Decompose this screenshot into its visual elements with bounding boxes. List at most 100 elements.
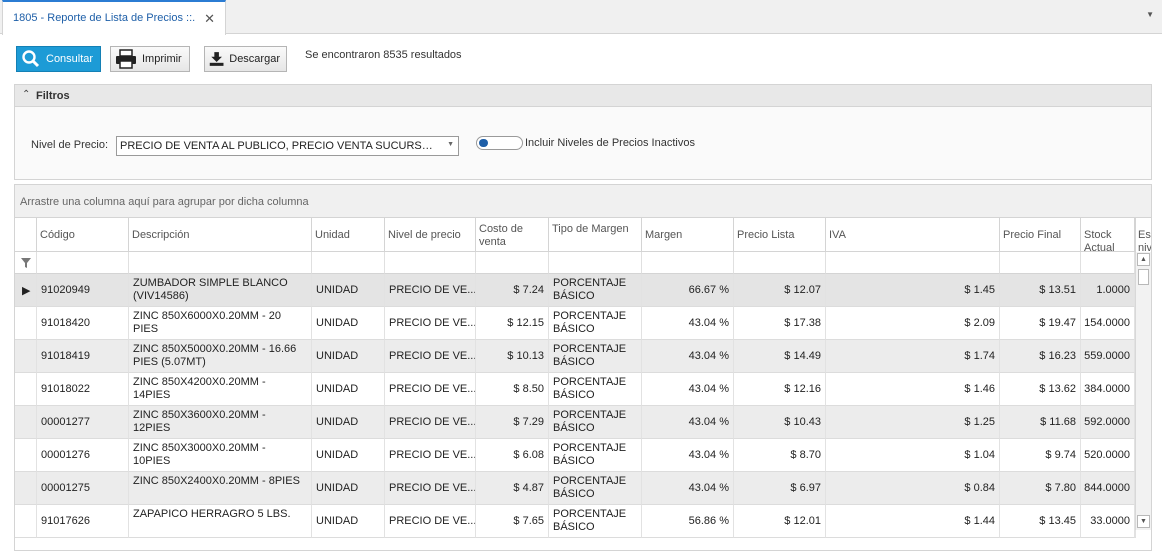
filter-cell-precio-lista[interactable]: [734, 252, 826, 274]
cell-precio-lista[interactable]: $ 17.38: [734, 307, 826, 340]
cell-unidad[interactable]: UNIDAD: [312, 406, 385, 439]
cell-precio-final[interactable]: $ 16.23: [1000, 340, 1081, 373]
cell-codigo[interactable]: 91020949: [37, 274, 129, 307]
cell-iva[interactable]: $ 1.74: [826, 340, 1000, 373]
cell-nivel-precio[interactable]: PRECIO DE VE...: [385, 274, 476, 307]
cell-iva[interactable]: $ 1.45: [826, 274, 1000, 307]
table-row[interactable]: ▶ 91020949 ZUMBADOR SIMPLE BLANCO (VIV1458…: [15, 274, 1136, 307]
cell-costo-venta[interactable]: $ 8.50: [476, 373, 549, 406]
cell-precio-final[interactable]: $ 13.62: [1000, 373, 1081, 406]
cell-precio-lista[interactable]: $ 8.70: [734, 439, 826, 472]
filter-cell-tipo-margen[interactable]: [549, 252, 642, 274]
filter-cell-unidad[interactable]: [312, 252, 385, 274]
cell-margen[interactable]: 43.04 %: [642, 340, 734, 373]
cell-precio-final[interactable]: $ 9.74: [1000, 439, 1081, 472]
cell-unidad[interactable]: UNIDAD: [312, 373, 385, 406]
cell-costo-venta[interactable]: $ 12.15: [476, 307, 549, 340]
table-row[interactable]: 00001277 ZINC 850X3600X0.20MM - 12PIES UNI…: [15, 406, 1136, 439]
table-row[interactable]: 00001276 ZINC 850X3000X0.20MM - 10PIES UNI…: [15, 439, 1136, 472]
filter-cell-precio-final[interactable]: [1000, 252, 1081, 274]
cell-nivel-precio[interactable]: PRECIO DE VE...: [385, 373, 476, 406]
cell-tipo-margen[interactable]: PORCENTAJE BÁSICO: [549, 472, 642, 505]
tab-reporte-lista-precios[interactable]: 1805 - Reporte de Lista de Precios ::. ✕: [2, 0, 226, 35]
cell-unidad[interactable]: UNIDAD: [312, 307, 385, 340]
cell-codigo[interactable]: 00001277: [37, 406, 129, 439]
cell-descripcion[interactable]: ZINC 850X2400X0.20MM - 8PIES: [129, 472, 312, 505]
cell-stock-actual[interactable]: 33.0000: [1081, 505, 1135, 538]
table-row[interactable]: 00001275 ZINC 850X2400X0.20MM - 8PIES UNID…: [15, 472, 1136, 505]
scrollbar-thumb[interactable]: [1138, 269, 1149, 285]
cell-unidad[interactable]: UNIDAD: [312, 439, 385, 472]
chevron-up-icon[interactable]: ⌃: [22, 89, 30, 100]
inactive-levels-toggle[interactable]: [476, 136, 523, 150]
cell-margen[interactable]: 43.04 %: [642, 307, 734, 340]
row-indicator[interactable]: [15, 340, 37, 373]
cell-iva[interactable]: $ 1.44: [826, 505, 1000, 538]
cell-costo-venta[interactable]: $ 10.13: [476, 340, 549, 373]
cell-stock-actual[interactable]: 559.0000: [1081, 340, 1135, 373]
cell-descripcion[interactable]: ZINC 850X5000X0.20MM - 16.66 PIES (5.07M…: [129, 340, 312, 373]
cell-costo-venta[interactable]: $ 7.24: [476, 274, 549, 307]
cell-tipo-margen[interactable]: PORCENTAJE BÁSICO: [549, 505, 642, 538]
cell-tipo-margen[interactable]: PORCENTAJE BÁSICO: [549, 340, 642, 373]
cell-codigo[interactable]: 91018419: [37, 340, 129, 373]
cell-unidad[interactable]: UNIDAD: [312, 472, 385, 505]
cell-precio-lista[interactable]: $ 14.49: [734, 340, 826, 373]
table-row[interactable]: 91017626 ZAPAPICO HERRAGRO 5 LBS. UNIDAD PR…: [15, 505, 1136, 538]
cell-codigo[interactable]: 00001275: [37, 472, 129, 505]
scroll-up-icon[interactable]: ▲: [1137, 253, 1150, 266]
cell-tipo-margen[interactable]: PORCENTAJE BÁSICO: [549, 373, 642, 406]
imprimir-button[interactable]: Imprimir: [110, 46, 190, 72]
cell-stock-actual[interactable]: 592.0000: [1081, 406, 1135, 439]
row-indicator[interactable]: [15, 505, 37, 538]
cell-unidad[interactable]: UNIDAD: [312, 505, 385, 538]
cell-nivel-precio[interactable]: PRECIO DE VE...: [385, 439, 476, 472]
cell-codigo[interactable]: 91018420: [37, 307, 129, 340]
cell-precio-lista[interactable]: $ 6.97: [734, 472, 826, 505]
cell-costo-venta[interactable]: $ 4.87: [476, 472, 549, 505]
column-header-unidad[interactable]: Unidad: [312, 218, 385, 252]
cell-margen[interactable]: 43.04 %: [642, 439, 734, 472]
cell-nivel-precio[interactable]: PRECIO DE VE...: [385, 472, 476, 505]
descargar-button[interactable]: Descargar: [204, 46, 287, 72]
filters-header[interactable]: ⌃ Filtros: [15, 85, 1151, 107]
filter-cell-codigo[interactable]: [37, 252, 129, 274]
cell-tipo-margen[interactable]: PORCENTAJE BÁSICO: [549, 274, 642, 307]
close-icon[interactable]: ✕: [204, 11, 215, 27]
cell-costo-venta[interactable]: $ 6.08: [476, 439, 549, 472]
column-header-stock-actual[interactable]: Stock Actual: [1081, 218, 1135, 254]
cell-precio-final[interactable]: $ 11.68: [1000, 406, 1081, 439]
cell-nivel-precio[interactable]: PRECIO DE VE...: [385, 340, 476, 373]
cell-descripcion[interactable]: ZINC 850X6000X0.20MM - 20 PIES: [129, 307, 312, 340]
cell-tipo-margen[interactable]: PORCENTAJE BÁSICO: [549, 439, 642, 472]
cell-precio-lista[interactable]: $ 10.43: [734, 406, 826, 439]
column-header-precio-lista[interactable]: Precio Lista: [734, 218, 826, 252]
cell-codigo[interactable]: 00001276: [37, 439, 129, 472]
cell-iva[interactable]: $ 1.46: [826, 373, 1000, 406]
cell-margen[interactable]: 56.86 %: [642, 505, 734, 538]
cell-precio-final[interactable]: $ 13.45: [1000, 505, 1081, 538]
cell-precio-lista[interactable]: $ 12.07: [734, 274, 826, 307]
cell-iva[interactable]: $ 0.84: [826, 472, 1000, 505]
cell-codigo[interactable]: 91017626: [37, 505, 129, 538]
cell-costo-venta[interactable]: $ 7.65: [476, 505, 549, 538]
filter-cell-descripcion[interactable]: [129, 252, 312, 274]
vertical-scrollbar[interactable]: ▲ ▼: [1135, 252, 1151, 530]
table-row[interactable]: 91018419 ZINC 850X5000X0.20MM - 16.66 PIE…: [15, 340, 1136, 373]
cell-unidad[interactable]: UNIDAD: [312, 274, 385, 307]
column-header-descripcion[interactable]: Descripción: [129, 218, 312, 252]
cell-costo-venta[interactable]: $ 7.29: [476, 406, 549, 439]
column-header-estado-nivel[interactable]: Estado nivel: [1135, 218, 1151, 254]
cell-descripcion[interactable]: ZINC 850X3000X0.20MM - 10PIES: [129, 439, 312, 472]
dropdown-arrow-icon[interactable]: ▼: [447, 141, 454, 148]
cell-margen[interactable]: 43.04 %: [642, 373, 734, 406]
cell-stock-actual[interactable]: 384.0000: [1081, 373, 1135, 406]
row-indicator[interactable]: [15, 439, 37, 472]
column-header-iva[interactable]: IVA: [826, 218, 1000, 252]
row-indicator[interactable]: [15, 472, 37, 505]
filter-cell-margen[interactable]: [642, 252, 734, 274]
column-header-margen[interactable]: Margen: [642, 218, 734, 252]
cell-precio-lista[interactable]: $ 12.16: [734, 373, 826, 406]
filter-row-indicator[interactable]: [15, 252, 37, 274]
cell-codigo[interactable]: 91018022: [37, 373, 129, 406]
